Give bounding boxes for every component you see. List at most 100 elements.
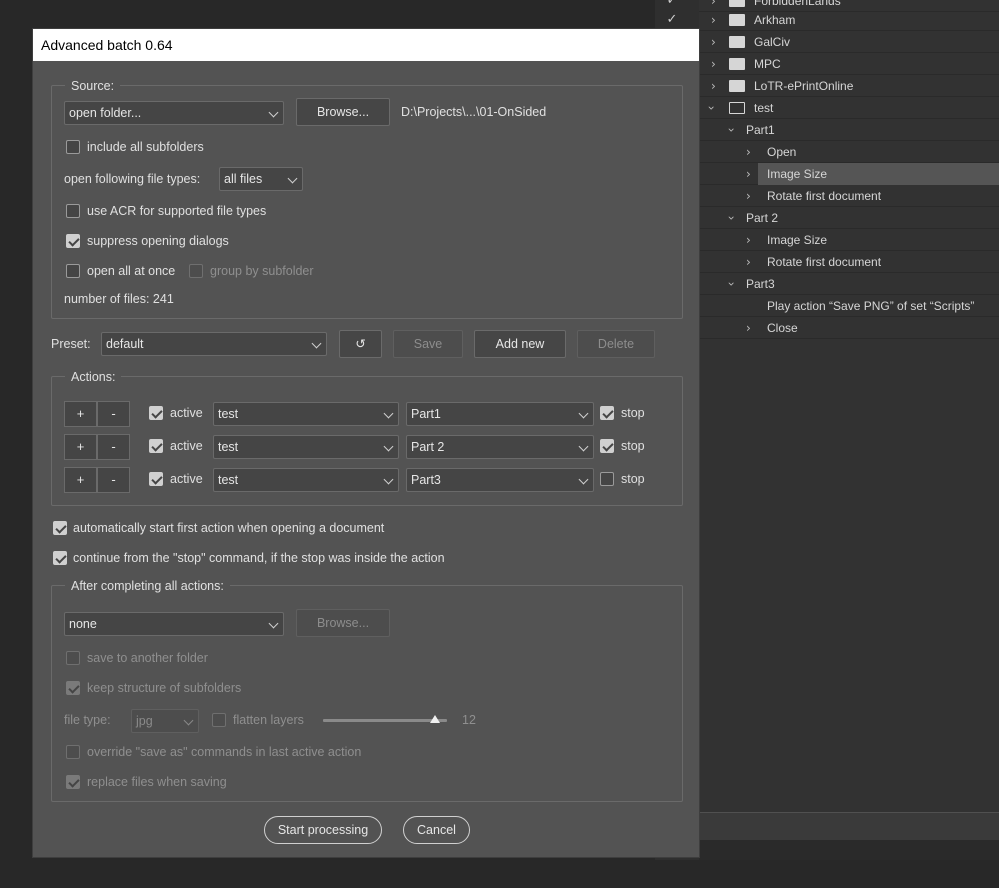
chevron-down-icon[interactable]: › [724, 282, 738, 287]
chevron-down-icon[interactable]: › [724, 216, 738, 221]
suppress-dialogs-checkbox[interactable] [66, 234, 80, 248]
override-save-as-label: override "save as" commands in last acti… [87, 745, 362, 759]
flatten-layers-checkbox[interactable] [212, 713, 226, 727]
action-set-label: ForbiddenLands [754, 0, 841, 8]
use-acr-checkbox[interactable] [66, 204, 80, 218]
chevron-right-icon[interactable]: › [746, 189, 751, 203]
action-select[interactable]: Part3 [406, 468, 594, 492]
add-new-preset-button[interactable]: Add new [474, 330, 566, 358]
file-types-select[interactable]: all files [219, 167, 303, 191]
add-action-button[interactable]: + [64, 434, 97, 460]
source-browse-button[interactable]: Browse... [296, 98, 390, 126]
start-processing-button[interactable]: Start processing [264, 816, 382, 844]
chevron-down-icon [311, 338, 322, 349]
folder-icon [729, 58, 745, 70]
chevron-down-icon [383, 441, 394, 452]
action-step-image-size[interactable]: › Image Size [699, 229, 999, 251]
action-set-select[interactable]: test [213, 402, 399, 426]
chevron-right-icon[interactable]: › [711, 35, 716, 49]
action-step-close[interactable]: › Close [699, 317, 999, 339]
file-types-value: all files [224, 172, 263, 186]
include-subfolders-checkbox[interactable] [66, 140, 80, 154]
override-save-as-checkbox[interactable] [66, 745, 80, 759]
replace-files-label: replace files when saving [87, 775, 227, 789]
chevron-down-icon[interactable]: › [724, 128, 738, 133]
replace-files-checkbox[interactable] [66, 775, 80, 789]
continue-stop-label: continue from the "stop" command, if the… [73, 551, 445, 565]
active-checkbox[interactable] [149, 406, 163, 420]
cancel-button[interactable]: Cancel [403, 816, 470, 844]
folder-open-icon [729, 102, 745, 114]
action-set-arkham[interactable]: › Arkham [699, 9, 999, 31]
add-action-button[interactable]: + [64, 401, 97, 427]
chevron-right-icon[interactable]: › [746, 255, 751, 269]
remove-action-button[interactable]: - [97, 434, 130, 460]
action-set-mpc[interactable]: › MPC [699, 53, 999, 75]
action-set-label: LoTR-ePrintOnline [754, 79, 854, 93]
action-select[interactable]: Part 2 [406, 435, 594, 459]
chevron-right-icon[interactable]: › [746, 167, 751, 181]
after-browse-button[interactable]: Browse... [296, 609, 390, 637]
file-type-select[interactable]: jpg [131, 709, 199, 733]
chevron-right-icon[interactable]: › [711, 0, 716, 8]
remove-action-button[interactable]: - [97, 467, 130, 493]
stop-checkbox[interactable] [600, 439, 614, 453]
stop-checkbox[interactable] [600, 406, 614, 420]
save-another-folder-checkbox[interactable] [66, 651, 80, 665]
action-set-value: test [218, 407, 239, 421]
action-set-test[interactable]: › test [699, 97, 999, 119]
save-preset-button[interactable]: Save [393, 330, 463, 358]
active-checkbox[interactable] [149, 472, 163, 486]
after-action-select[interactable]: none [64, 612, 284, 636]
step-label: Play action “Save PNG” of set “Scripts” [767, 299, 975, 313]
group-by-subfolder-checkbox[interactable] [189, 264, 203, 278]
action-label: Part3 [746, 277, 775, 291]
action-label: Part 2 [746, 211, 779, 225]
chevron-down-icon [578, 408, 589, 419]
action-step-play[interactable]: Play action “Save PNG” of set “Scripts” [699, 295, 999, 317]
save-another-folder-label: save to another folder [87, 651, 208, 665]
continue-stop-checkbox[interactable] [53, 551, 67, 565]
group-by-subfolder-label: group by subfolder [210, 264, 314, 278]
chevron-right-icon[interactable]: › [746, 145, 751, 159]
action-part1[interactable]: › Part1 [699, 119, 999, 141]
action-step-rotate[interactable]: › Rotate first document [699, 185, 999, 207]
quality-slider[interactable] [323, 719, 447, 722]
source-select[interactable]: open folder... [64, 101, 284, 125]
action-step-rotate[interactable]: › Rotate first document [699, 251, 999, 273]
chevron-right-icon[interactable]: › [711, 13, 716, 27]
action-part3[interactable]: › Part3 [699, 273, 999, 295]
action-set-label: test [754, 101, 774, 115]
actions-panel-footer [699, 812, 999, 840]
keep-structure-checkbox[interactable] [66, 681, 80, 695]
action-set-lotr[interactable]: › LoTR-ePrintOnline [699, 75, 999, 97]
file-type-label: file type: [64, 713, 111, 727]
add-action-button[interactable]: + [64, 467, 97, 493]
auto-start-checkbox[interactable] [53, 521, 67, 535]
remove-action-button[interactable]: - [97, 401, 130, 427]
open-all-checkbox[interactable] [66, 264, 80, 278]
chevron-right-icon[interactable]: › [711, 79, 716, 93]
chevron-down-icon[interactable]: › [704, 106, 718, 111]
chevron-right-icon[interactable]: › [746, 321, 751, 335]
action-set-select[interactable]: test [213, 468, 399, 492]
quality-slider-thumb[interactable] [429, 715, 440, 723]
action-set-value: test [218, 440, 239, 454]
chevron-right-icon[interactable]: › [711, 57, 716, 71]
reset-preset-icon[interactable]: ↺ [339, 330, 382, 358]
action-step-open[interactable]: › Open [699, 141, 999, 163]
after-completing-group-title: After completing all actions: [65, 579, 230, 593]
preset-select[interactable]: default [101, 332, 327, 356]
active-label: active [170, 439, 203, 453]
action-set-galciv[interactable]: › GalCiv [699, 31, 999, 53]
folder-icon [729, 14, 745, 26]
active-checkbox[interactable] [149, 439, 163, 453]
action-set-select[interactable]: test [213, 435, 399, 459]
action-select[interactable]: Part1 [406, 402, 594, 426]
delete-preset-button[interactable]: Delete [577, 330, 655, 358]
stop-checkbox[interactable] [600, 472, 614, 486]
action-part-2[interactable]: › Part 2 [699, 207, 999, 229]
action-value: Part 2 [411, 440, 445, 454]
chevron-right-icon[interactable]: › [746, 233, 751, 247]
action-step-image-size[interactable]: › Image Size [699, 163, 999, 185]
